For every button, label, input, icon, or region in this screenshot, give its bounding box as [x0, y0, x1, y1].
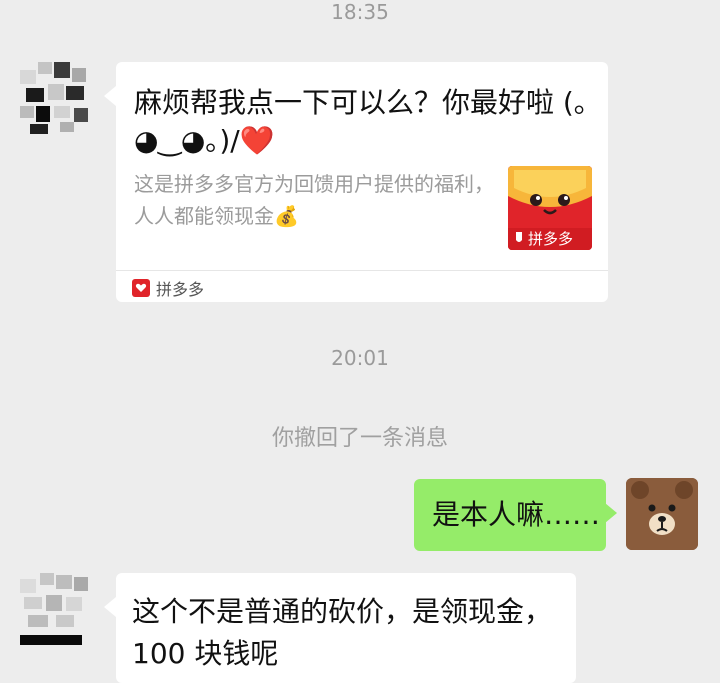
recall-notice: 你撤回了一条消息	[271, 426, 448, 451]
brown-bear-icon	[626, 478, 698, 550]
card-divider	[116, 270, 608, 271]
contact-avatar[interactable]	[20, 62, 92, 134]
message-text: 这个不是普通的砍价，是领现金，100 块钱呢	[132, 595, 553, 670]
timestamp: 20:01	[331, 346, 389, 370]
card-title: 麻烦帮我点一下可以么？你最好啦 (｡◕‿◕｡)/❤️	[134, 86, 588, 157]
card-description: 这是拼多多官方为回馈用户提供的福利，人人都能领现金💰	[134, 172, 494, 228]
contact-avatar[interactable]	[20, 573, 92, 645]
pinduoduo-logo-icon	[132, 279, 150, 297]
outgoing-message-bubble[interactable]: 是本人嘛……	[414, 479, 617, 551]
incoming-message-bubble[interactable]: 这个不是普通的砍价，是领现金，100 块钱呢	[104, 573, 576, 683]
message-text: 是本人嘛……	[432, 498, 601, 531]
card-source-name: 拼多多	[156, 280, 205, 299]
mini-program-share-card[interactable]: 麻烦帮我点一下可以么？你最好啦 (｡◕‿◕｡)/❤️ 这是拼多多官方为回馈用户提…	[104, 62, 608, 302]
timestamp: 18:35	[331, 0, 389, 24]
self-avatar[interactable]	[626, 478, 698, 550]
card-thumbnail: 拼多多	[508, 166, 592, 250]
thumbnail-label: 拼多多	[528, 230, 574, 248]
card-source: 拼多多	[132, 276, 204, 300]
